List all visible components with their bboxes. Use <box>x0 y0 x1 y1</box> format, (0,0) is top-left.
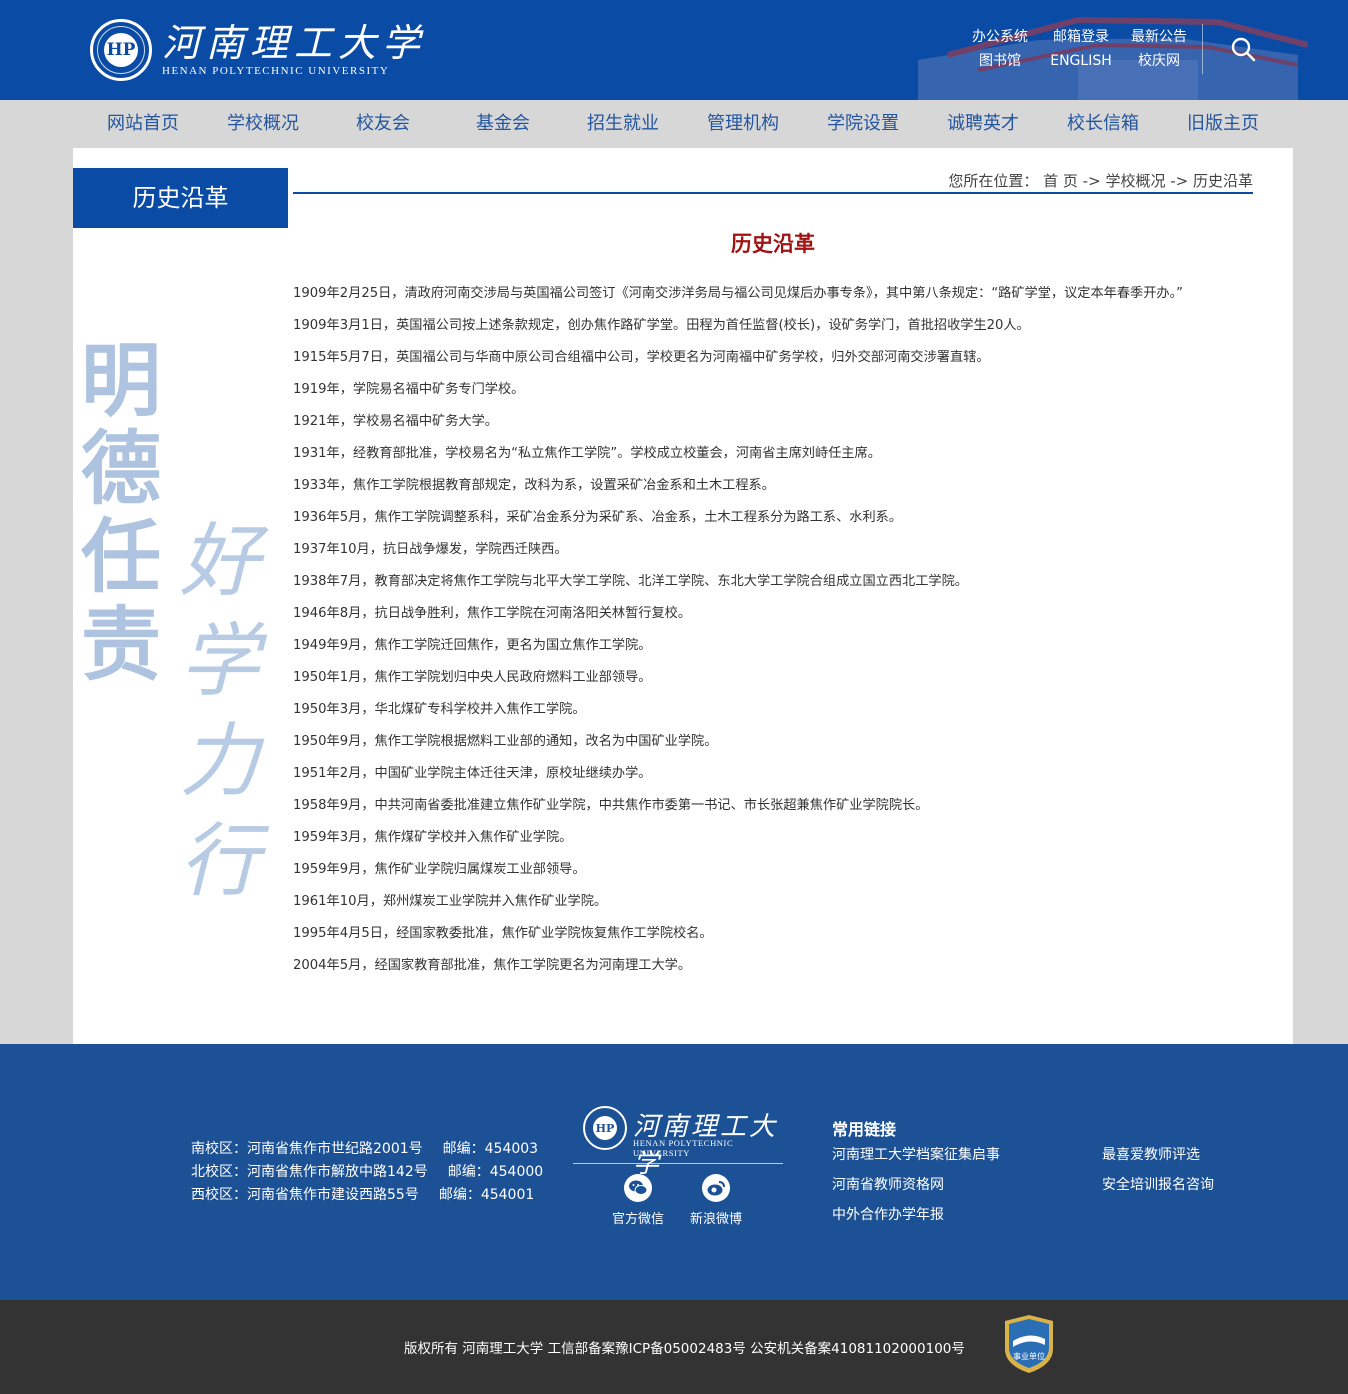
history-paragraph: 1931年，经教育部批准，学校易名为“私立焦作工学院”。学校成立校董会，河南省主… <box>293 446 881 461</box>
nav-home[interactable]: 网站首页 <box>88 100 198 148</box>
campus-addresses: 南校区：河南省焦作市世纪路2001号 邮编：454003 北校区：河南省焦作市解放… <box>191 1138 543 1207</box>
breadcrumb-separator: -> <box>1165 172 1193 190</box>
logo-chinese-name: 河南理工大学 <box>162 21 427 65</box>
breadcrumb-prefix: 您所在位置： <box>948 172 1039 190</box>
breadcrumb: 您所在位置： 首 页 -> 学校概况 -> 历史沿革 <box>948 170 1253 191</box>
nav-alumni[interactable]: 校友会 <box>328 100 438 148</box>
footer-seal-icon: HP <box>583 1106 627 1150</box>
nav-overview[interactable]: 学校概况 <box>208 100 318 148</box>
history-paragraph: 1933年，焦作工学院根据教育部规定，改科为系，设置采矿冶金系和土木工程系。 <box>293 478 775 493</box>
history-paragraph: 1919年，学院易名福中矿务专门学校。 <box>293 382 525 397</box>
footer-link-safety-training[interactable]: 安全培训报名咨询 <box>1102 1174 1214 1194</box>
campus-address: 西校区：河南省焦作市建设西路55号 <box>191 1187 419 1203</box>
history-paragraph: 1936年5月，焦作工学院调整系科，采矿冶金系分为采矿系、冶金系，土木工程系分为… <box>293 510 903 525</box>
copyright-text: 版权所有 河南理工大学 工信部备案豫ICP备05002483号 公安机关备案41… <box>404 1341 965 1357</box>
top-link-anniversary[interactable]: 校庆网 <box>1122 52 1196 70</box>
main-nav: 网站首页 学校概况 校友会 基金会 招生就业 管理机构 学院设置 诚聘英才 校长… <box>0 100 1348 148</box>
history-paragraph: 1949年9月，焦作工学院迁回焦作，更名为国立焦作工学院。 <box>293 638 652 653</box>
history-paragraph: 1959年3月，焦作煤矿学校并入焦作矿业学院。 <box>293 830 573 845</box>
campus-address: 北校区：河南省焦作市解放中路142号 <box>191 1164 428 1180</box>
nav-president-mailbox[interactable]: 校长信箱 <box>1048 100 1158 148</box>
nav-colleges[interactable]: 学院设置 <box>808 100 918 148</box>
history-paragraph: 1958年9月，中共河南省委批准建立焦作矿业学院，中共焦作市委第一书记、市长张超… <box>293 798 929 813</box>
motto-column-2: 好学力行 <box>167 518 260 908</box>
top-link-library[interactable]: 图书馆 <box>960 52 1040 70</box>
history-paragraph: 1946年8月，抗日战争胜利，焦作工学院在河南洛阳关林暂行复校。 <box>293 606 692 621</box>
breadcrumb-current[interactable]: 历史沿革 <box>1193 172 1253 190</box>
nav-foundation[interactable]: 基金会 <box>448 100 558 148</box>
weibo-icon <box>702 1174 730 1202</box>
weibo-link[interactable]: 新浪微博 <box>681 1174 751 1227</box>
footer-link-teacher-qualification[interactable]: 河南省教师资格网 <box>832 1174 944 1194</box>
breadcrumb-separator: -> <box>1077 172 1106 190</box>
university-logo[interactable]: HP 河南理工大学 HENAN POLYTECHNIC UNIVERSITY <box>90 18 426 82</box>
address-row: 西校区：河南省焦作市建设西路55号 邮编：454001 <box>191 1184 543 1207</box>
history-paragraph: 1950年3月，华北煤矿专科学校并入焦作工学院。 <box>293 702 586 717</box>
badge-label: 事业单位 <box>1013 1351 1045 1361</box>
header-divider <box>1202 24 1203 74</box>
footer-logo: HP 河南理工大学 HENAN POLYTECHNIC UNIVERSITY <box>573 1104 783 1179</box>
site-footer: 南校区：河南省焦作市世纪路2001号 邮编：454003 北校区：河南省焦作市解放… <box>0 1044 1348 1300</box>
wechat-link[interactable]: 官方微信 <box>603 1174 673 1227</box>
search-icon[interactable] <box>1230 36 1256 62</box>
breadcrumb-bar: 您所在位置： 首 页 -> 学校概况 -> 历史沿革 <box>293 168 1253 194</box>
logo-english-name: HENAN POLYTECHNIC UNIVERSITY <box>162 65 390 77</box>
history-paragraph: 1938年7月，教育部决定将焦作工学院与北平大学工学院、北洋工学院、东北大学工学… <box>293 574 968 589</box>
nav-admission[interactable]: 招生就业 <box>568 100 678 148</box>
footer-link-teacher-vote[interactable]: 最喜爱教师评选 <box>1102 1144 1200 1164</box>
copyright-bar: 版权所有 河南理工大学 工信部备案豫ICP备05002483号 公安机关备案41… <box>0 1300 1348 1394</box>
footer-link-archives[interactable]: 河南理工大学档案征集启事 <box>832 1144 1000 1164</box>
address-row: 北校区：河南省焦作市解放中路142号 邮编：454000 <box>191 1161 543 1184</box>
footer-link-cooperation-report[interactable]: 中外合作办学年报 <box>832 1204 944 1224</box>
site-header: HP 河南理工大学 HENAN POLYTECHNIC UNIVERSITY 办… <box>0 0 1348 100</box>
article-title: 历史沿革 <box>731 232 815 256</box>
top-links: 办公系统 邮箱登录 最新公告 图书馆 ENGLISH 校庆网 <box>960 28 1196 70</box>
top-link-office[interactable]: 办公系统 <box>960 28 1040 46</box>
weibo-label: 新浪微博 <box>689 1212 742 1227</box>
history-paragraph: 1915年5月7日，英国福公司与华商中原公司合组福中公司，学校更名为河南福中矿务… <box>293 350 990 365</box>
postal-code: 邮编：454000 <box>447 1164 544 1180</box>
main-content: 历史沿革 明德任责 好学力行 您所在位置： 首 页 -> 学校概况 -> 历史沿… <box>73 148 1293 1044</box>
history-paragraph: 1951年2月，中国矿业学院主体迁往天津，原校址继续办学。 <box>293 766 652 781</box>
motto-calligraphy: 明德任责 好学力行 <box>73 338 260 908</box>
links-title: 常用链接 <box>832 1120 897 1139</box>
top-link-notice[interactable]: 最新公告 <box>1122 28 1196 46</box>
nav-recruitment[interactable]: 诚聘英才 <box>928 100 1038 148</box>
history-paragraph: 1950年9月，焦作工学院根据燃料工业部的通知，改名为中国矿业学院。 <box>293 734 718 749</box>
wechat-icon <box>624 1174 652 1202</box>
history-paragraph: 1909年2月25日，清政府河南交涉局与英国福公司签订《河南交涉洋务局与福公司见… <box>293 286 1184 301</box>
history-paragraph: 1950年1月，焦作工学院划归中央人民政府燃料工业部领导。 <box>293 670 652 685</box>
top-link-mail[interactable]: 邮箱登录 <box>1040 28 1122 46</box>
history-paragraph: 1937年10月，抗日战争爆发，学院西迁陕西。 <box>293 542 568 557</box>
motto-column-1: 明德任责 <box>73 338 162 690</box>
postal-code: 邮编：454001 <box>438 1187 535 1203</box>
address-row: 南校区：河南省焦作市世纪路2001号 邮编：454003 <box>191 1138 543 1161</box>
history-paragraph: 2004年5月，经国家教育部批准，焦作工学院更名为河南理工大学。 <box>293 958 692 973</box>
nav-administration[interactable]: 管理机构 <box>688 100 798 148</box>
breadcrumb-home[interactable]: 首 页 <box>1043 172 1078 190</box>
public-institution-badge-icon[interactable]: 事业单位 <box>1003 1313 1055 1375</box>
article-body: 1909年2月25日，清政府河南交涉局与英国福公司签订《河南交涉洋务局与福公司见… <box>293 278 1233 982</box>
campus-address: 南校区：河南省焦作市世纪路2001号 <box>191 1141 423 1157</box>
top-link-english[interactable]: ENGLISH <box>1040 52 1122 70</box>
wechat-label: 官方微信 <box>611 1212 664 1227</box>
postal-code: 邮编：454003 <box>442 1141 539 1157</box>
footer-logo-english: HENAN POLYTECHNIC UNIVERSITY <box>633 1138 734 1158</box>
history-paragraph: 1959年9月，焦作矿业学院归属煤炭工业部领导。 <box>293 862 586 877</box>
history-paragraph: 1961年10月，郑州煤炭工业学院并入焦作矿业学院。 <box>293 894 608 909</box>
history-paragraph: 1909年3月1日，英国福公司按上述条款规定，创办焦作路矿学堂。田程为首任监督(… <box>293 318 1030 333</box>
breadcrumb-overview[interactable]: 学校概况 <box>1105 172 1165 190</box>
nav-old-homepage[interactable]: 旧版主页 <box>1168 100 1278 148</box>
sidebar-title: 历史沿革 <box>73 168 288 228</box>
history-paragraph: 1921年，学校易名福中矿务大学。 <box>293 414 498 429</box>
university-seal-icon: HP <box>90 19 152 81</box>
history-paragraph: 1995年4月5日，经国家教委批准，焦作矿业学院恢复焦作工学院校名。 <box>293 926 713 941</box>
